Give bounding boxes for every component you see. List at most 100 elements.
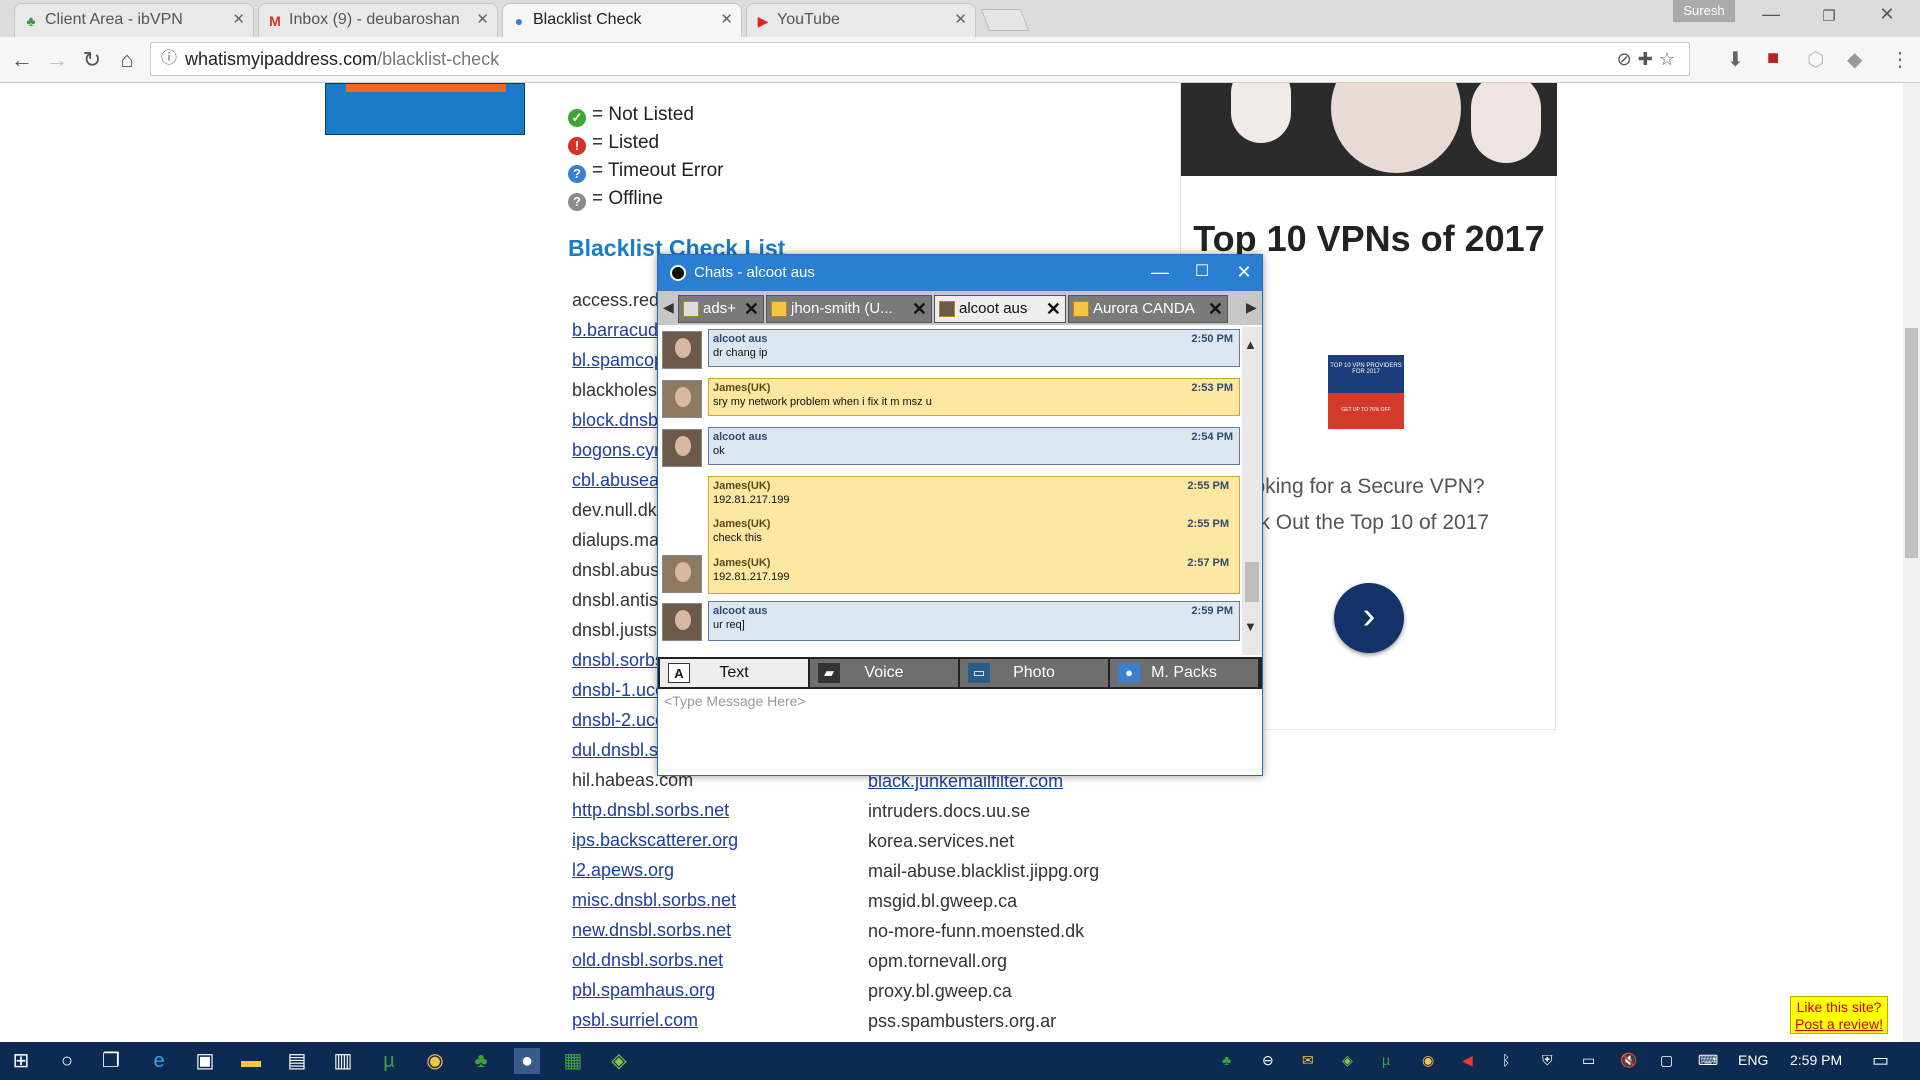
extension-shield-icon[interactable]: ⬡: [1807, 47, 1824, 72]
blacklist-entry[interactable]: psbl.surriel.com: [572, 1005, 802, 1035]
reload-icon[interactable]: ↻: [80, 47, 104, 73]
minimize-icon[interactable]: —: [1756, 4, 1786, 25]
browser-tab-youtube[interactable]: ▶ YouTube ✕: [746, 3, 976, 37]
blacklist-entry[interactable]: old.dnsbl.sorbs.net: [572, 945, 802, 975]
chevron-right-icon[interactable]: ›: [1334, 583, 1404, 653]
task-view-icon[interactable]: ❐: [98, 1048, 124, 1074]
close-icon[interactable]: ✕: [232, 4, 245, 36]
blacklist-link[interactable]: new.dnsbl.sorbs.net: [572, 920, 731, 940]
chat-scrollbar[interactable]: ▲ ▼: [1242, 327, 1262, 655]
notepad-icon[interactable]: ▦: [560, 1048, 586, 1074]
mode-packs-tab[interactable]: ● M. Packs: [1110, 659, 1258, 687]
download-icon[interactable]: ⬇: [1727, 47, 1744, 72]
profile-button[interactable]: Suresh: [1673, 0, 1735, 22]
windows-start-icon[interactable]: ⊞: [8, 1048, 34, 1074]
close-icon[interactable]: ✕: [1226, 255, 1262, 289]
battery-icon[interactable]: ▭: [1582, 1052, 1595, 1069]
blacklist-entry[interactable]: ips.backscatterer.org: [572, 825, 802, 855]
home-icon[interactable]: ⌂: [115, 47, 139, 73]
chat-messages[interactable]: 2:50 PM alcoot aus dr chang ip 2:53 PM J…: [658, 325, 1262, 657]
blacklist-link[interactable]: l2.apews.org: [572, 860, 674, 880]
chat-scroll-thumb[interactable]: [1245, 562, 1259, 602]
utorrent-icon[interactable]: µ: [376, 1048, 402, 1074]
tray-icon[interactable]: ◈: [1342, 1052, 1353, 1069]
close-icon[interactable]: ✕: [476, 4, 489, 36]
address-bar[interactable]: ⓘ whatismyipaddress.com/blacklist-check …: [150, 42, 1690, 76]
app-icon[interactable]: ▥: [330, 1048, 356, 1074]
chevron-down-icon[interactable]: ▼: [1244, 619, 1257, 634]
blacklist-entry[interactable]: new.dnsbl.sorbs.net: [572, 915, 802, 945]
menu-icon[interactable]: ⋮: [1890, 47, 1910, 72]
clock[interactable]: 2:59 PM: [1790, 1052, 1842, 1068]
mode-text-tab[interactable]: A Text: [660, 659, 808, 687]
tray-ibvpn-icon[interactable]: ♣: [1222, 1052, 1231, 1068]
keyboard-icon[interactable]: ⌨: [1698, 1052, 1718, 1069]
blacklist-entry[interactable]: l2.apews.org: [572, 855, 802, 885]
blacklist-entry[interactable]: misc.dnsbl.sorbs.net: [572, 885, 802, 915]
tray-utorrent-icon[interactable]: µ: [1382, 1052, 1390, 1068]
edge-icon[interactable]: e: [146, 1048, 172, 1074]
banner-ad[interactable]: [325, 83, 525, 135]
security-shield-icon[interactable]: ⛨: [1542, 1052, 1553, 1069]
chrome-icon[interactable]: ◉: [422, 1048, 448, 1074]
cortana-icon[interactable]: ○: [54, 1048, 80, 1074]
close-icon[interactable]: ✕: [912, 296, 927, 322]
blacklist-link[interactable]: old.dnsbl.sorbs.net: [572, 950, 723, 970]
chat-tab[interactable]: ads+ ✕: [678, 295, 764, 323]
blacklist-link[interactable]: pbl.spamhaus.org: [572, 980, 715, 1000]
store-icon[interactable]: ▣: [192, 1048, 218, 1074]
tray-mail-icon[interactable]: ✉: [1302, 1052, 1314, 1069]
language-indicator[interactable]: ENG: [1738, 1052, 1768, 1068]
blacklist-entry[interactable]: http.dnsbl.sorbs.net: [572, 795, 802, 825]
tab-scroll-right-icon[interactable]: ▶: [1246, 299, 1257, 316]
review-link[interactable]: Post a review!: [1795, 1016, 1883, 1032]
extension-puzzle-icon[interactable]: ✚: [1638, 49, 1659, 69]
chat-app-icon[interactable]: ●: [514, 1048, 540, 1074]
close-icon[interactable]: ✕: [1208, 296, 1223, 322]
chat-tab[interactable]: Aurora CANDA ✕: [1068, 295, 1228, 323]
close-icon[interactable]: ✕: [1046, 296, 1061, 322]
chat-tab-active[interactable]: alcoot aus ✕: [934, 295, 1066, 323]
review-badge[interactable]: Like this site? Post a review!: [1790, 996, 1888, 1034]
tray-icon[interactable]: ⊖: [1262, 1052, 1274, 1069]
extension-red-icon[interactable]: ■: [1767, 47, 1779, 70]
translate-icon[interactable]: ⊘: [1617, 49, 1638, 69]
browser-tab-blacklist[interactable]: ● Blacklist Check ✕: [502, 3, 742, 38]
close-icon[interactable]: ✕: [720, 4, 733, 36]
bookmark-star-icon[interactable]: ☆: [1659, 49, 1681, 69]
action-center-icon[interactable]: ▭: [1872, 1050, 1889, 1071]
blacklist-entry[interactable]: pbl.spamhaus.org: [572, 975, 802, 1005]
new-tab-button[interactable]: [980, 9, 1030, 31]
file-explorer-icon[interactable]: ▬: [238, 1048, 264, 1074]
mode-photo-tab[interactable]: ▭ Photo: [960, 659, 1108, 687]
ad-thumbnail[interactable]: TOP 10 VPN PROVIDERS FOR 2017 GET UP TO …: [1328, 355, 1404, 429]
tray-icon[interactable]: ◀: [1462, 1052, 1473, 1069]
tray-chrome-icon[interactable]: ◉: [1422, 1052, 1434, 1069]
forward-icon[interactable]: →: [45, 47, 69, 73]
blacklist-link[interactable]: psbl.surriel.com: [572, 1010, 698, 1030]
info-icon[interactable]: ⓘ: [161, 43, 177, 75]
blacklist-link[interactable]: ips.backscatterer.org: [572, 830, 738, 850]
volume-muted-icon[interactable]: 🔇: [1620, 1052, 1637, 1069]
network-icon[interactable]: ▢: [1660, 1052, 1673, 1069]
close-icon[interactable]: ✕: [954, 4, 967, 36]
page-scrollbar[interactable]: [1903, 83, 1920, 1042]
browser-tab-gmail[interactable]: M Inbox (9) - deubaroshan ✕: [258, 3, 498, 37]
tab-scroll-left-icon[interactable]: ◀: [663, 299, 674, 316]
blacklist-link[interactable]: misc.dnsbl.sorbs.net: [572, 890, 736, 910]
mode-voice-tab[interactable]: ▰ Voice: [810, 659, 958, 687]
chat-tab[interactable]: jhon-smith (U... ✕: [766, 295, 932, 323]
restore-icon[interactable]: ❐: [1814, 7, 1844, 25]
maximize-icon[interactable]: ☐: [1184, 255, 1220, 289]
chat-titlebar[interactable]: Chats - alcoot aus — ☐ ✕: [658, 255, 1262, 291]
app-icon[interactable]: ▤: [284, 1048, 310, 1074]
close-window-icon[interactable]: ✕: [1872, 4, 1902, 25]
bluetooth-icon[interactable]: ᛒ: [1502, 1052, 1510, 1068]
back-icon[interactable]: ←: [10, 47, 34, 73]
chevron-up-icon[interactable]: ▲: [1244, 337, 1257, 352]
extension-gray-icon[interactable]: ◆: [1847, 47, 1862, 72]
blacklist-link[interactable]: http.dnsbl.sorbs.net: [572, 800, 729, 820]
chat-window[interactable]: Chats - alcoot aus — ☐ ✕ ◀ ads+ ✕ jhon-sm…: [657, 254, 1263, 776]
scrollbar-thumb[interactable]: [1905, 328, 1918, 558]
ibvpn-icon[interactable]: ♣: [468, 1048, 494, 1074]
